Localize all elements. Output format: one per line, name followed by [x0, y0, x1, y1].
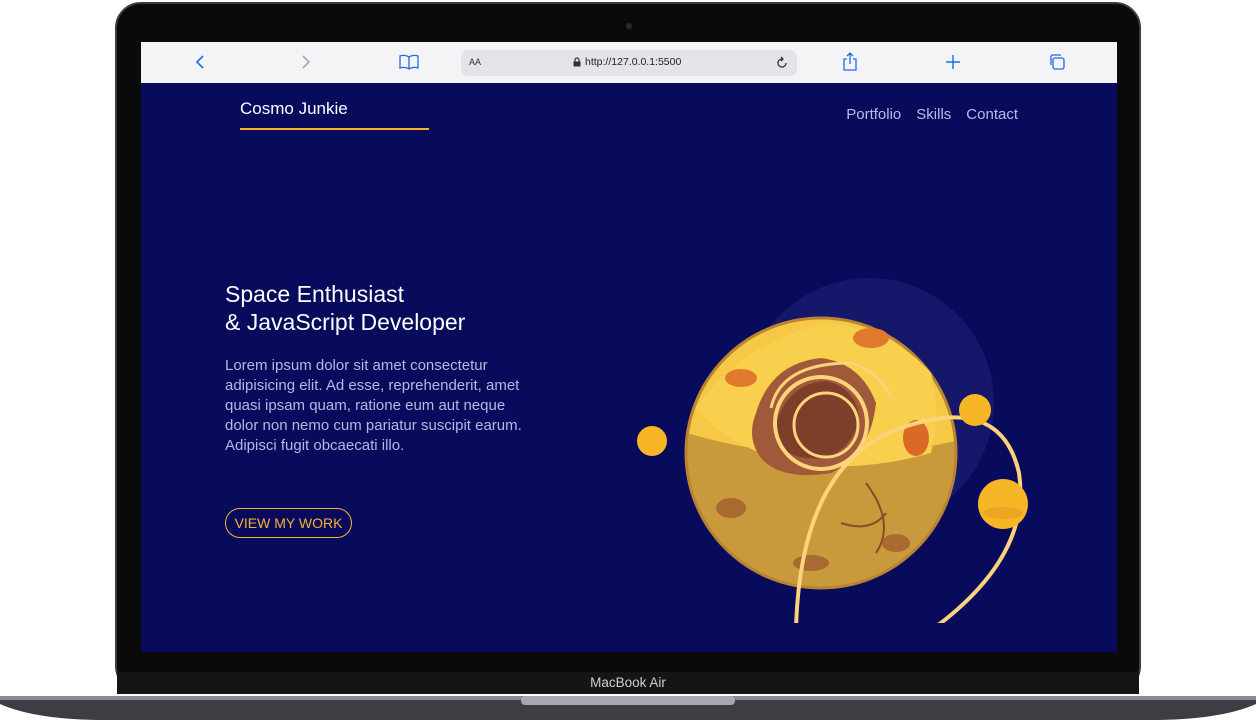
hero-title: Space Enthusiast & JavaScript Developer — [225, 280, 545, 336]
plus-icon[interactable] — [941, 50, 965, 74]
laptop-base — [0, 696, 1256, 720]
hero-title-line2: & JavaScript Developer — [225, 309, 466, 335]
chevron-right-icon[interactable] — [293, 50, 317, 74]
browser-toolbar: AA http://127.0.0.1:5500 — [141, 42, 1117, 84]
nav-contact[interactable]: Contact — [966, 106, 1018, 123]
planet-illustration — [637, 278, 1028, 623]
device-label: MacBook Air — [590, 675, 666, 690]
tabs-icon[interactable] — [1045, 50, 1069, 74]
site-logo[interactable]: Cosmo Junkie — [240, 99, 348, 119]
reload-icon[interactable] — [771, 52, 793, 74]
chevron-left-icon[interactable] — [189, 50, 213, 74]
book-icon[interactable] — [397, 50, 421, 74]
nav-portfolio[interactable]: Portfolio — [846, 106, 901, 123]
hero-paragraph: Lorem ipsum dolor sit amet consectetur a… — [225, 357, 522, 454]
reader-button[interactable]: AA — [469, 57, 481, 67]
nav-skills[interactable]: Skills — [916, 106, 951, 123]
url-display: http://127.0.0.1:5500 — [573, 56, 681, 68]
view-my-work-button[interactable]: VIEW MY WORK — [225, 508, 352, 538]
screen: AA http://127.0.0.1:5500 Cosmo Junkie Po… — [141, 42, 1117, 652]
share-icon[interactable] — [838, 50, 862, 74]
camera-icon — [626, 23, 632, 29]
lock-icon — [573, 57, 581, 67]
logo-underline — [240, 128, 429, 130]
hero-title-line1: Space Enthusiast — [225, 281, 405, 307]
main-nav: Portfolio Skills Contact — [846, 106, 1018, 123]
website: Cosmo Junkie Portfolio Skills Contact Sp… — [141, 83, 1117, 652]
url-text: http://127.0.0.1:5500 — [585, 56, 682, 68]
address-bar[interactable]: AA http://127.0.0.1:5500 — [461, 50, 797, 76]
